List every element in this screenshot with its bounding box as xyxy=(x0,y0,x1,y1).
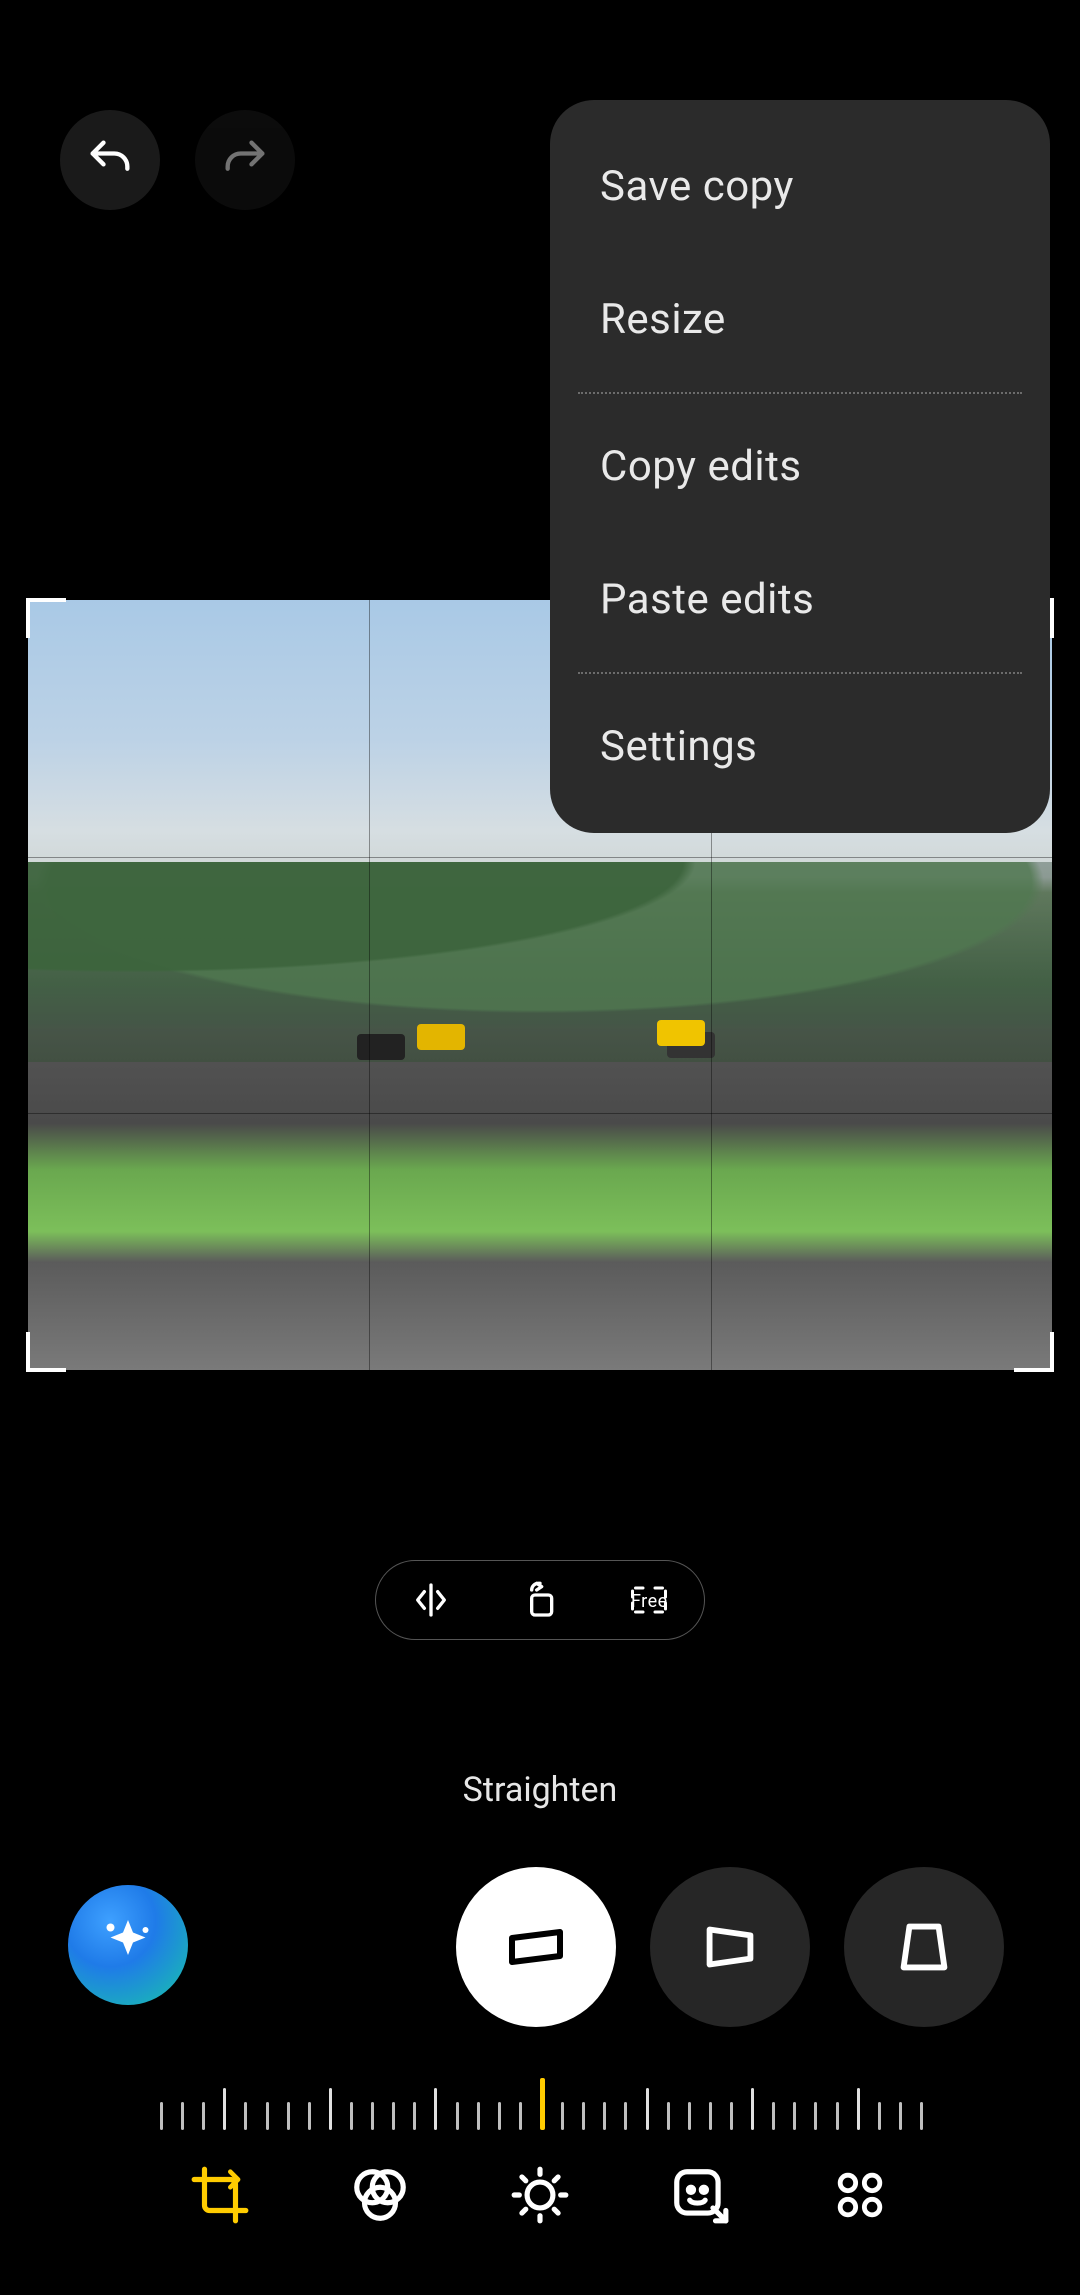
redo-icon xyxy=(219,134,271,186)
perspective-vertical-icon xyxy=(889,1912,959,1982)
nav-filters[interactable] xyxy=(345,2160,415,2230)
flip-horizontal-button[interactable] xyxy=(396,1565,466,1635)
rotate-icon xyxy=(520,1580,560,1620)
menu-item-copy-edits[interactable]: Copy edits xyxy=(550,400,1050,533)
ruler-tick xyxy=(223,2088,226,2130)
crop-handle-bl[interactable] xyxy=(26,1332,66,1372)
transform-mode-label: Straighten xyxy=(0,1770,1080,1810)
ruler-tick xyxy=(434,2088,437,2130)
editor-bottom-nav xyxy=(0,2125,1080,2265)
adjust-icon xyxy=(509,2164,571,2226)
menu-separator xyxy=(578,672,1022,674)
aspect-ratio-label: Free xyxy=(631,1591,668,1612)
mode-perspective-v-button[interactable] xyxy=(844,1867,1004,2027)
ruler-tick xyxy=(540,2078,545,2130)
ai-enhance-button[interactable] xyxy=(68,1885,188,2005)
menu-item-settings[interactable]: Settings xyxy=(550,680,1050,813)
crop-handle-br[interactable] xyxy=(1014,1332,1054,1372)
nav-adjust[interactable] xyxy=(505,2160,575,2230)
rotate-90-button[interactable] xyxy=(505,1565,575,1635)
filters-icon xyxy=(349,2164,411,2226)
mode-straighten-button[interactable] xyxy=(456,1867,616,2027)
nav-markup[interactable] xyxy=(665,2160,735,2230)
menu-item-resize[interactable]: Resize xyxy=(550,253,1050,386)
crop-handle-tl[interactable] xyxy=(26,598,66,638)
ruler-tick xyxy=(646,2088,649,2130)
straighten-icon xyxy=(500,1911,572,1983)
ruler-tick xyxy=(751,2088,754,2130)
mode-perspective-h-button[interactable] xyxy=(650,1867,810,2027)
nav-crop[interactable] xyxy=(185,2160,255,2230)
crop-grid-line xyxy=(28,857,1052,858)
menu-separator xyxy=(578,392,1022,394)
overflow-menu: Save copy Resize Copy edits Paste edits … xyxy=(550,100,1050,833)
menu-item-paste-edits[interactable]: Paste edits xyxy=(550,533,1050,666)
perspective-horizontal-icon xyxy=(695,1912,765,1982)
aspect-ratio-button[interactable]: Free xyxy=(614,1565,684,1635)
ruler-tick xyxy=(329,2088,332,2130)
crop-grid-line xyxy=(28,1113,1052,1114)
redo-button[interactable] xyxy=(195,110,295,210)
sparkle-icon xyxy=(98,1915,158,1975)
nav-more[interactable] xyxy=(825,2160,895,2230)
menu-item-save-copy[interactable]: Save copy xyxy=(550,120,1050,253)
transform-modes-row xyxy=(0,1845,1080,2025)
flip-horizontal-icon xyxy=(411,1580,451,1620)
crop-icon xyxy=(189,2164,251,2226)
more-apps-icon xyxy=(831,2166,889,2224)
markup-icon xyxy=(669,2164,731,2226)
crop-grid-line xyxy=(369,600,370,1370)
undo-button[interactable] xyxy=(60,110,160,210)
crop-quick-actions: Free xyxy=(375,1560,705,1640)
undo-icon xyxy=(84,134,136,186)
ruler-tick xyxy=(857,2088,860,2130)
